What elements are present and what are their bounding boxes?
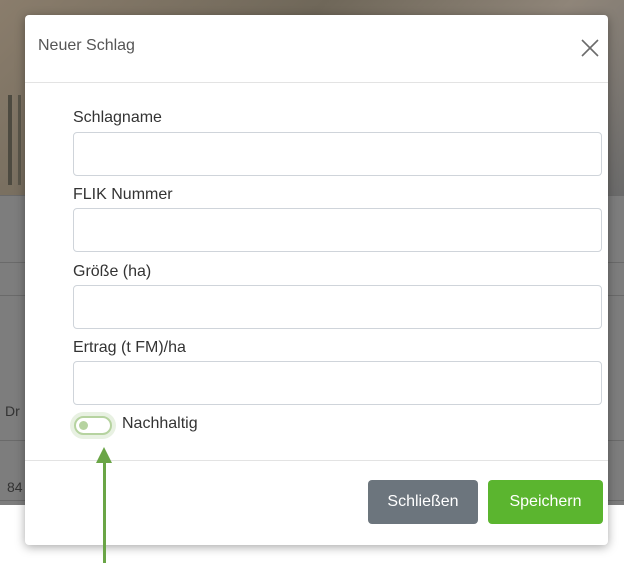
new-field-dialog: Neuer Schlag Schlagname FLIK Nummer Größ… [25,15,608,545]
dialog-footer-divider [25,460,608,461]
flik-number-label: FLIK Nummer [73,186,173,203]
size-label: Größe (ha) [73,263,152,280]
background-photo-detail [18,95,21,185]
flik-number-input[interactable] [73,208,602,252]
close-dialog-button[interactable]: Schließen [368,480,478,524]
toggle-knob [79,421,88,430]
close-icon [581,39,599,57]
save-button[interactable]: Speichern [488,480,603,524]
size-input[interactable] [73,285,602,329]
sustainable-toggle-focus-ring [70,412,116,439]
field-name-label: Schlagname [73,109,162,126]
yield-input[interactable] [73,361,602,405]
yield-label: Ertrag (t FM)/ha [73,339,186,356]
annotation-arrow-head [96,447,112,463]
background-cell-text: 84 [7,479,23,495]
sustainable-toggle-label[interactable]: Nachhaltig [122,415,198,433]
background-photo-detail [8,95,12,185]
field-name-input[interactable] [73,132,602,176]
dialog-header: Neuer Schlag [25,15,608,83]
dialog-title: Neuer Schlag [38,37,135,54]
background-cell-text: Dr [5,403,20,419]
sustainable-toggle[interactable] [74,416,112,435]
annotation-arrow-shaft [103,460,106,563]
close-button[interactable] [578,36,602,60]
